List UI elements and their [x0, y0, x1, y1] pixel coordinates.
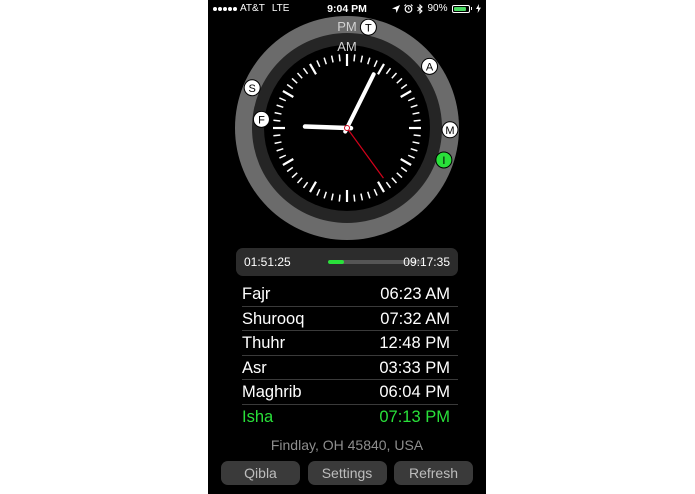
prayer-time: 03:33 PM: [379, 358, 450, 377]
prayer-row-asr[interactable]: Asr 03:33 PM: [242, 356, 458, 380]
phone-screen: AT&T LTE 9:04 PM 90% PM AM TAMISF 01:51:…: [208, 0, 486, 494]
prayer-row-shurooq[interactable]: Shurooq 07:32 AM: [242, 307, 458, 331]
prayer-name: Asr: [242, 358, 267, 377]
prayer-name: Thuhr: [242, 334, 286, 352]
prayer-marker-s: S: [243, 79, 261, 97]
refresh-button[interactable]: Refresh: [394, 461, 473, 485]
location-arrow-icon: [392, 4, 401, 13]
prayer-name: Isha: [242, 407, 274, 426]
minute-tick: [353, 54, 356, 62]
prayer-time: 06:04 PM: [379, 383, 450, 401]
prayer-marker-letter: M: [445, 125, 454, 137]
minute-tick: [338, 54, 341, 62]
minute-tick: [413, 119, 421, 122]
elapsed-time: 01:51:25: [244, 255, 291, 269]
time-progress-panel: 01:51:25 09:17:35: [236, 248, 458, 276]
prayer-marker-letter: T: [365, 22, 372, 34]
minute-tick: [353, 194, 356, 202]
progress-fill: [328, 260, 345, 264]
battery-icon: [451, 4, 472, 13]
prayer-marker-letter: S: [249, 83, 256, 95]
am-label: AM: [337, 39, 357, 54]
remaining-time: 09:17:35: [403, 255, 450, 269]
prayer-marker-a: A: [421, 57, 439, 75]
minute-tick: [413, 134, 421, 137]
hand-hub: [344, 125, 350, 131]
prayer-clock: PM AM TAMISF: [235, 16, 459, 240]
prayer-marker-letter: A: [426, 61, 434, 73]
prayer-time: 12:48 PM: [379, 334, 450, 352]
prayer-marker-f: F: [252, 110, 270, 128]
prayer-row-fajr[interactable]: Fajr 06:23 AM: [242, 282, 458, 307]
prayer-name: Maghrib: [242, 383, 302, 401]
prayer-time: 07:13 PM: [379, 407, 450, 426]
pm-label: PM: [337, 19, 357, 34]
prayer-name: Fajr: [242, 285, 271, 303]
bottom-button-bar: Qibla Settings Refresh: [221, 461, 473, 485]
prayer-marker-t: T: [359, 18, 377, 36]
minute-tick: [273, 134, 281, 137]
prayer-name: Shurooq: [242, 309, 305, 328]
settings-button[interactable]: Settings: [307, 461, 387, 485]
prayer-marker-letter: I: [442, 155, 445, 167]
qibla-button[interactable]: Qibla: [221, 461, 300, 485]
charging-bolt-icon: [476, 4, 481, 13]
location-label: Findlay, OH 45840, USA: [270, 437, 424, 453]
prayer-marker-m: M: [441, 121, 459, 139]
bluetooth-icon: [417, 3, 424, 14]
battery-percent: 90%: [427, 3, 448, 14]
minute-tick: [338, 194, 341, 202]
prayer-row-maghrib[interactable]: Maghrib 06:04 PM: [242, 380, 458, 405]
minute-tick: [273, 119, 281, 122]
alarm-icon: [404, 4, 414, 13]
prayer-marker-letter: F: [258, 114, 265, 126]
prayer-marker-i: I: [435, 151, 453, 169]
prayer-row-isha[interactable]: Isha 07:13 PM: [242, 405, 458, 430]
prayer-time: 07:32 AM: [380, 309, 450, 328]
prayer-time: 06:23 AM: [380, 285, 450, 303]
prayer-row-thuhr[interactable]: Thuhr 12:48 PM: [242, 331, 458, 356]
prayer-times-list: Fajr 06:23 AM Shurooq 07:32 AM Thuhr 12:…: [242, 282, 458, 429]
status-right: 90%: [392, 3, 481, 14]
